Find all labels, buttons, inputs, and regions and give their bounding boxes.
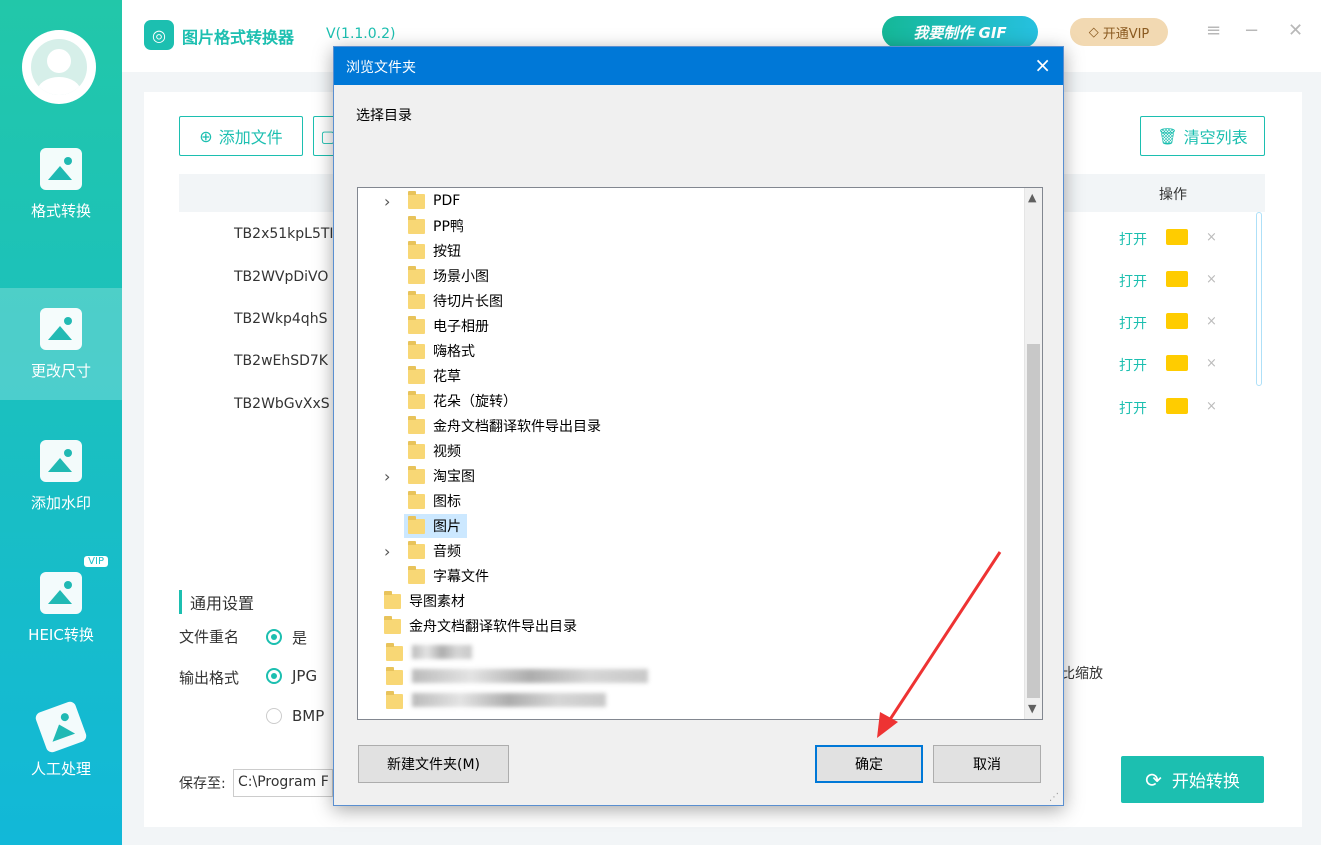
app-window: 格式转换 更改尺寸 添加水印 VIP HEIC转换 人工处理 ◎ 图片格式转换器… — [0, 0, 1321, 845]
annotation-arrow-icon — [877, 551, 1002, 738]
